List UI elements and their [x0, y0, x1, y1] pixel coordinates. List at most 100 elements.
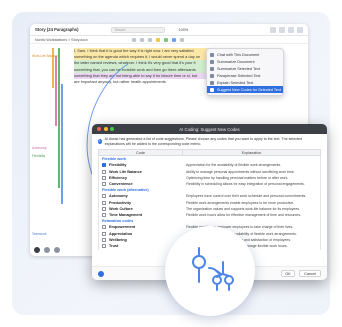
code-cell: Efficiency: [99, 175, 183, 180]
code-name: Work Culture: [109, 206, 133, 211]
code-group-name: Flexible work: [102, 157, 127, 162]
code-explanation: Optimizing time by handling personal mat…: [186, 175, 289, 180]
menu-item-summarize-selected[interactable]: Summarize Selected Text: [207, 65, 283, 72]
code-checkbox[interactable]: [102, 169, 106, 174]
highlight-yellow-icon[interactable]: [155, 37, 160, 42]
dialog-info: i AI Assist has generated a list of code…: [92, 134, 327, 148]
tool-icon[interactable]: [279, 26, 285, 33]
highlight-blue-icon[interactable]: [171, 37, 176, 42]
magnifier-callout: [165, 226, 255, 316]
code-name: Work Life Balance: [109, 169, 142, 174]
code-cell: Productivity: [99, 200, 183, 205]
menu-item-chat[interactable]: Chat with This Document: [207, 51, 283, 58]
breadcrumb: Nordic Workstations > Story.docx: [35, 37, 88, 42]
code-checkbox[interactable]: [102, 225, 106, 230]
margin-code-label[interactable]: Autonomy: [32, 146, 46, 150]
code-checkbox[interactable]: [102, 200, 106, 205]
layout-icon[interactable]: [34, 247, 40, 253]
code-explanation: The organization values and supports wor…: [186, 206, 301, 211]
info-message: AI Assist has generated a list of code s…: [104, 137, 302, 146]
tool-icon[interactable]: [297, 26, 303, 33]
ai-assist-context-menu: Chat with This Document Summarize Docume…: [206, 48, 284, 96]
highlight-green-icon[interactable]: [163, 37, 168, 42]
code-name: Appreciation: [109, 231, 133, 236]
format-icon[interactable]: [147, 37, 152, 42]
help-icon[interactable]: [98, 270, 104, 277]
code-stripe: [58, 48, 60, 188]
code-name: Wellbeing: [109, 237, 127, 242]
code-name: Efficiency: [109, 175, 127, 180]
code-cell: Autonomy: [99, 194, 183, 199]
code-name: Flexibility: [109, 163, 127, 168]
margin-code-label[interactable]: Work-Life Balance: [32, 54, 58, 58]
code-cell: Convenience: [99, 182, 183, 187]
code-group-name: Relaxation codes: [102, 219, 134, 224]
code-checkbox[interactable]: [102, 231, 106, 236]
document-title: Story (24 Paragraphs): [35, 27, 79, 32]
code-checkbox[interactable]: [102, 163, 106, 168]
code-checkbox[interactable]: [102, 237, 106, 242]
code-checkbox[interactable]: [102, 206, 106, 211]
code-name: Empowerment: [109, 225, 136, 230]
info-icon: i: [98, 139, 102, 145]
format-icon[interactable]: [131, 37, 136, 42]
code-stripe: [55, 56, 57, 126]
ai-code-suggest-icon: [192, 247, 234, 291]
explain-icon: [210, 80, 214, 85]
menu-item-suggest-codes[interactable]: Suggest New Codes for Selected Text: [207, 86, 283, 93]
menu-item-paraphrase[interactable]: Paraphrase Selected Text: [207, 72, 283, 79]
text-line[interactable]: are important anyway, but rather health …: [74, 79, 224, 85]
menu-item-summarize-doc[interactable]: Summarize Document: [207, 58, 283, 65]
tool-icon[interactable]: [270, 26, 276, 33]
code-cell: Work Culture: [99, 206, 183, 211]
code-name: Autonomy: [109, 194, 128, 199]
settings-icon[interactable]: [44, 247, 50, 253]
search-input[interactable]: Search: [110, 26, 165, 33]
table-header: Code Explanation: [98, 149, 321, 157]
code-name: Convenience: [109, 182, 133, 187]
code-explanation: Ability to manage personal appointments …: [186, 169, 295, 174]
margin-code-label[interactable]: Teamwork: [32, 232, 47, 236]
dialog-titlebar: AI Coding: Suggest New Codes: [92, 124, 327, 134]
code-cell: Flexibility: [99, 163, 183, 168]
chat-icon: [210, 52, 214, 57]
code-group-name: Flexible work (alternative): [102, 188, 149, 193]
summarize-icon: [210, 59, 214, 64]
document-text[interactable]: I, Sam, I think that it is good the way …: [74, 48, 224, 85]
code-explanation: Flexibility in scheduling allows for eas…: [186, 182, 305, 187]
column-header-explanation[interactable]: Explanation: [183, 150, 320, 155]
margin-code-label[interactable]: Flexibility: [32, 154, 45, 158]
code-checkbox[interactable]: [102, 243, 106, 248]
code-checkbox[interactable]: [102, 182, 106, 187]
editor-titlebar: Story (24 Paragraphs) Search 100%: [30, 24, 308, 36]
tool-icon[interactable]: [288, 26, 294, 33]
code-checkbox[interactable]: [102, 175, 106, 180]
code-explanation: Appreciation for the availability of fle…: [186, 163, 282, 168]
code-explanation: Employees have control over their work s…: [186, 194, 307, 199]
format-icon[interactable]: [179, 37, 184, 42]
code-explanation: Flexible work arrangements enable employ…: [186, 200, 295, 205]
editor-bottom-bar: [34, 247, 60, 253]
code-checkbox[interactable]: [102, 212, 106, 217]
summarize-icon: [210, 66, 214, 71]
coding-margin: Work-Life Balance Autonomy Flexibility T…: [30, 44, 64, 246]
view-icon[interactable]: [54, 247, 60, 253]
column-header-code[interactable]: Code: [99, 150, 183, 156]
dialog-title: AI Coding: Suggest New Codes: [179, 126, 240, 132]
code-explanation: Flexible work hours allow for effective …: [186, 212, 302, 217]
editor-toolbar: Nordic Workstations > Story.docx: [30, 36, 308, 44]
code-cell: Time Management: [99, 212, 183, 217]
ok-button[interactable]: OK: [281, 270, 295, 277]
code-cell: Work Life Balance: [99, 169, 183, 174]
zoom-level[interactable]: 100%: [179, 28, 189, 32]
code-name: Time Management: [109, 212, 143, 217]
cancel-button[interactable]: Cancel: [299, 270, 321, 277]
format-icon[interactable]: [139, 37, 144, 42]
code-checkbox[interactable]: [102, 194, 106, 199]
code-stripe: [61, 84, 63, 204]
code-name: Productivity: [109, 200, 131, 205]
menu-item-explain[interactable]: Explain Selected Text: [207, 79, 283, 86]
code-name: Trust: [109, 243, 119, 248]
code-suggest-icon: [210, 87, 214, 92]
paraphrase-icon: [210, 73, 214, 78]
